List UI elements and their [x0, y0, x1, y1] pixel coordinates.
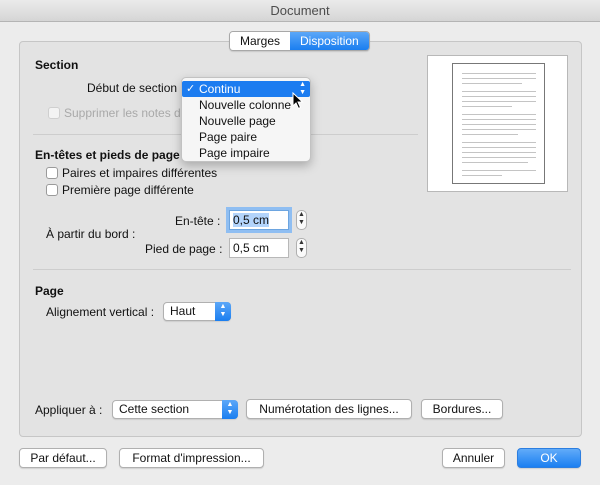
section-start-label: Début de section	[87, 81, 178, 95]
page-preview	[427, 55, 568, 192]
section-heading: Section	[35, 58, 79, 72]
vertical-align-label: Alignement vertical :	[46, 305, 155, 319]
header-distance-label: En-tête :	[175, 214, 221, 228]
page-setup-button[interactable]: Format d'impression...	[119, 448, 264, 468]
from-edge-label: À partir du bord :	[46, 227, 136, 241]
tab-disposition[interactable]: Disposition	[290, 32, 369, 50]
mouse-pointer-icon	[292, 92, 304, 110]
odd-even-checkbox[interactable]	[46, 167, 58, 179]
default-button[interactable]: Par défaut...	[19, 448, 107, 468]
checkmark-icon: ✓	[186, 83, 196, 95]
page-heading: Page	[35, 284, 64, 298]
tab-bar: Marges Disposition	[229, 31, 370, 51]
header-distance-input[interactable]: 0,5 cm	[229, 210, 289, 230]
footer-distance-input[interactable]: 0,5 cm	[229, 238, 289, 258]
vertical-align-popup[interactable]: Haut ▲ ▼	[163, 302, 231, 321]
odd-even-label: Paires et impaires différentes	[62, 166, 218, 180]
header-stepper-icon[interactable]: ▲ ▼	[296, 210, 307, 230]
line-numbers-button[interactable]: Numérotation des lignes...	[246, 399, 412, 419]
divider	[33, 269, 571, 270]
footer-distance-label: Pied de page :	[145, 242, 223, 256]
popup-arrows-icon: ▲ ▼	[215, 302, 231, 321]
first-page-checkbox[interactable]	[46, 184, 58, 196]
window-title: Document	[0, 0, 600, 22]
preview-page	[452, 63, 545, 184]
popup-arrows-icon: ▲ ▼	[222, 400, 238, 419]
menu-item-nouvelle-colonne[interactable]: Nouvelle colonne	[182, 97, 310, 113]
menu-item-page-paire[interactable]: Page paire	[182, 129, 310, 145]
tab-marges[interactable]: Marges	[230, 32, 291, 50]
apply-to-popup[interactable]: Cette section ▲ ▼	[112, 400, 238, 419]
ok-button[interactable]: OK	[517, 448, 581, 468]
apply-to-label: Appliquer à :	[35, 403, 103, 417]
menu-item-continu[interactable]: ✓ Continu ▲ ▼	[182, 81, 310, 97]
cancel-button[interactable]: Annuler	[442, 448, 505, 468]
borders-button[interactable]: Bordures...	[421, 399, 503, 419]
menu-item-page-impaire[interactable]: Page impaire	[182, 145, 310, 161]
suppress-notes-label: Supprimer les notes de	[64, 106, 188, 120]
first-page-label: Première page différente	[62, 183, 194, 197]
section-start-menu: ✓ Continu ▲ ▼ Nouvelle colonne Nouvelle p…	[181, 77, 311, 162]
headers-footers-heading: En-têtes et pieds de page	[35, 148, 180, 162]
suppress-notes-checkbox[interactable]	[48, 107, 60, 119]
footer-stepper-icon[interactable]: ▲ ▼	[296, 238, 307, 258]
menu-item-nouvelle-page[interactable]: Nouvelle page	[182, 113, 310, 129]
